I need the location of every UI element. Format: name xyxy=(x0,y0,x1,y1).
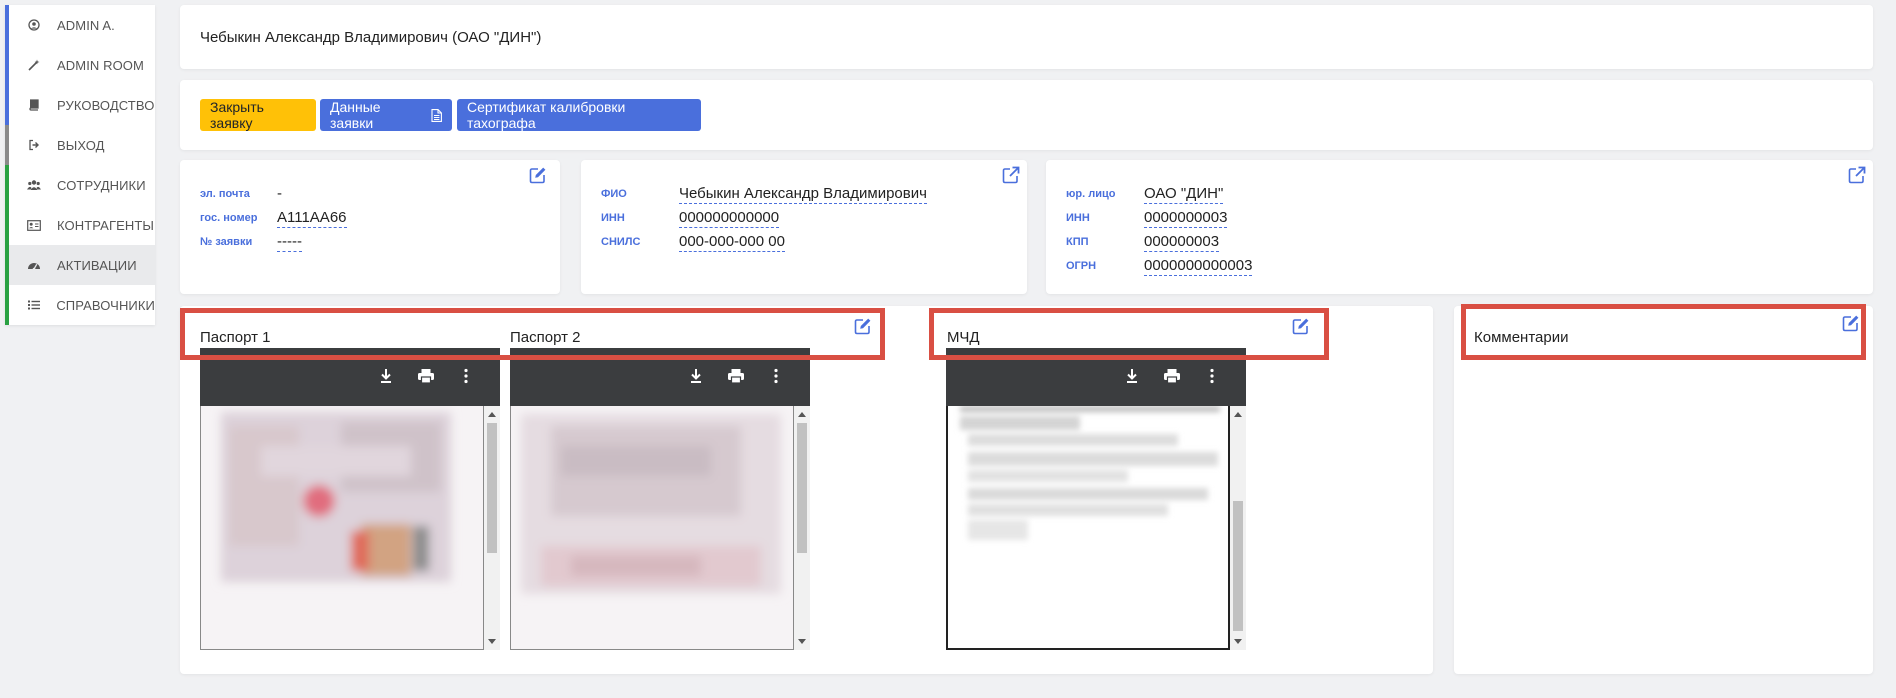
viewer-toolbar xyxy=(946,348,1246,406)
document-page xyxy=(200,406,484,650)
file-icon xyxy=(431,108,442,122)
email-value[interactable]: - xyxy=(277,185,282,203)
legal-entity-label: юр. лицо xyxy=(1066,188,1116,200)
legal-entity-value[interactable]: ОАО "ДИН" xyxy=(1144,185,1224,204)
magic-wand-icon xyxy=(25,58,43,72)
kpp-value[interactable]: 000000003 xyxy=(1144,233,1220,252)
viewer-toolbar xyxy=(510,348,810,406)
inn-value[interactable]: 000000000000 xyxy=(679,209,780,228)
viewer-scrollbar[interactable] xyxy=(484,406,500,650)
kpp-label: КПП xyxy=(1066,236,1089,248)
blurred-document-image xyxy=(511,406,793,649)
id-card-icon xyxy=(25,218,43,232)
contact-info-card: эл. почта - гос. номер А111АА66 № заявки --… xyxy=(180,160,560,294)
blurred-document-image xyxy=(201,406,483,649)
sidebar-item-references[interactable]: СПРАВОЧНИКИ xyxy=(5,285,155,325)
edit-icon[interactable] xyxy=(854,317,872,335)
sidebar-item-label: СПРАВОЧНИКИ xyxy=(56,297,155,313)
fio-label: ФИО xyxy=(601,188,627,200)
sidebar-item-label: ADMIN ROOM xyxy=(57,57,144,73)
sidebar-item-admin-room[interactable]: ADMIN ROOM xyxy=(5,45,155,85)
blurred-document-image xyxy=(948,406,1228,648)
actions-card: Закрыть заявку Данные заявки Сертификат … xyxy=(180,80,1873,150)
calibration-certificate-button[interactable]: Сертификат калибровки тахографа xyxy=(457,99,701,131)
print-icon[interactable] xyxy=(416,366,436,386)
request-number-value[interactable]: ----- xyxy=(277,233,302,252)
download-icon[interactable] xyxy=(376,366,396,386)
person-info-card: ФИО Чебыкин Александр Владимирович ИНН 000… xyxy=(581,160,1027,294)
sidebar-item-contractors[interactable]: КОНТРАГЕНТЫ xyxy=(5,205,155,245)
request-number-label: № заявки xyxy=(200,236,253,248)
download-icon[interactable] xyxy=(1122,366,1142,386)
sidebar-item-label: РУКОВОДСТВО xyxy=(57,97,155,113)
company-inn-value[interactable]: 0000000003 xyxy=(1144,209,1228,228)
email-label: эл. почта xyxy=(200,188,250,200)
passport1-viewer[interactable] xyxy=(200,348,500,650)
mchd-label: МЧД xyxy=(947,329,980,346)
sidebar-item-label: ADMIN A. xyxy=(57,17,115,33)
edit-icon[interactable] xyxy=(529,166,547,184)
viewer-scrollbar[interactable] xyxy=(794,406,810,650)
comments-card: Комментарии xyxy=(1454,306,1873,674)
print-icon[interactable] xyxy=(1162,366,1182,386)
sidebar-item-logout[interactable]: ВЫХОД xyxy=(5,125,155,165)
print-icon[interactable] xyxy=(726,366,746,386)
sidebar-item-label: ВЫХОД xyxy=(57,137,105,153)
sidebar-item-activations[interactable]: АКТИВАЦИИ xyxy=(5,245,155,285)
dashboard-icon xyxy=(25,258,43,272)
sidebar-item-guide[interactable]: РУКОВОДСТВО xyxy=(5,85,155,125)
ogrn-value[interactable]: 0000000000003 xyxy=(1144,257,1253,276)
document-page xyxy=(946,406,1230,650)
snils-label: СНИЛС xyxy=(601,236,641,248)
header-card: Чебыкин Александр Владимирович (ОАО "ДИН… xyxy=(180,5,1873,69)
request-data-button[interactable]: Данные заявки xyxy=(320,99,452,131)
edit-icon[interactable] xyxy=(1842,314,1860,332)
fio-value[interactable]: Чебыкин Александр Владимирович xyxy=(679,185,927,204)
sidebar-item-label: КОНТРАГЕНТЫ xyxy=(57,217,154,233)
book-icon xyxy=(25,98,43,112)
external-link-icon[interactable] xyxy=(1848,166,1866,184)
sidebar-item-admin[interactable]: ADMIN A. xyxy=(5,5,155,45)
comments-label: Комментарии xyxy=(1474,329,1569,346)
inn-label: ИНН xyxy=(601,212,625,224)
viewer-scrollbar[interactable] xyxy=(1230,406,1246,650)
sign-out-icon xyxy=(25,138,43,152)
user-circle-icon xyxy=(25,18,43,32)
plate-label: гос. номер xyxy=(200,212,258,224)
company-inn-label: ИНН xyxy=(1066,212,1090,224)
edit-icon[interactable] xyxy=(1292,317,1310,335)
more-vertical-icon[interactable] xyxy=(456,366,476,386)
sidebar-item-label: АКТИВАЦИИ xyxy=(57,257,137,273)
plate-value[interactable]: А111АА66 xyxy=(277,209,347,228)
external-link-icon[interactable] xyxy=(1002,166,1020,184)
passport2-viewer[interactable] xyxy=(510,348,810,650)
more-vertical-icon[interactable] xyxy=(1202,366,1222,386)
viewer-toolbar xyxy=(200,348,500,406)
mchd-viewer[interactable] xyxy=(946,348,1246,650)
document-page xyxy=(510,406,794,650)
company-info-card: юр. лицо ОАО "ДИН" ИНН 0000000003 КПП 00000… xyxy=(1046,160,1873,294)
more-vertical-icon[interactable] xyxy=(766,366,786,386)
page-title: Чебыкин Александр Владимирович (ОАО "ДИН… xyxy=(200,29,542,46)
passport1-label: Паспорт 1 xyxy=(200,329,271,346)
close-request-button[interactable]: Закрыть заявку xyxy=(200,99,316,131)
download-icon[interactable] xyxy=(686,366,706,386)
list-icon xyxy=(25,298,42,312)
users-icon xyxy=(25,178,43,192)
ogrn-label: ОГРН xyxy=(1066,260,1097,272)
sidebar: ADMIN A. ADMIN ROOM РУКОВОДСТВО ВЫХОД СО… xyxy=(5,5,155,325)
passport2-label: Паспорт 2 xyxy=(510,329,581,346)
sidebar-item-label: СОТРУДНИКИ xyxy=(57,177,146,193)
sidebar-item-employees[interactable]: СОТРУДНИКИ xyxy=(5,165,155,205)
snils-value[interactable]: 000-000-000 00 xyxy=(679,233,785,252)
